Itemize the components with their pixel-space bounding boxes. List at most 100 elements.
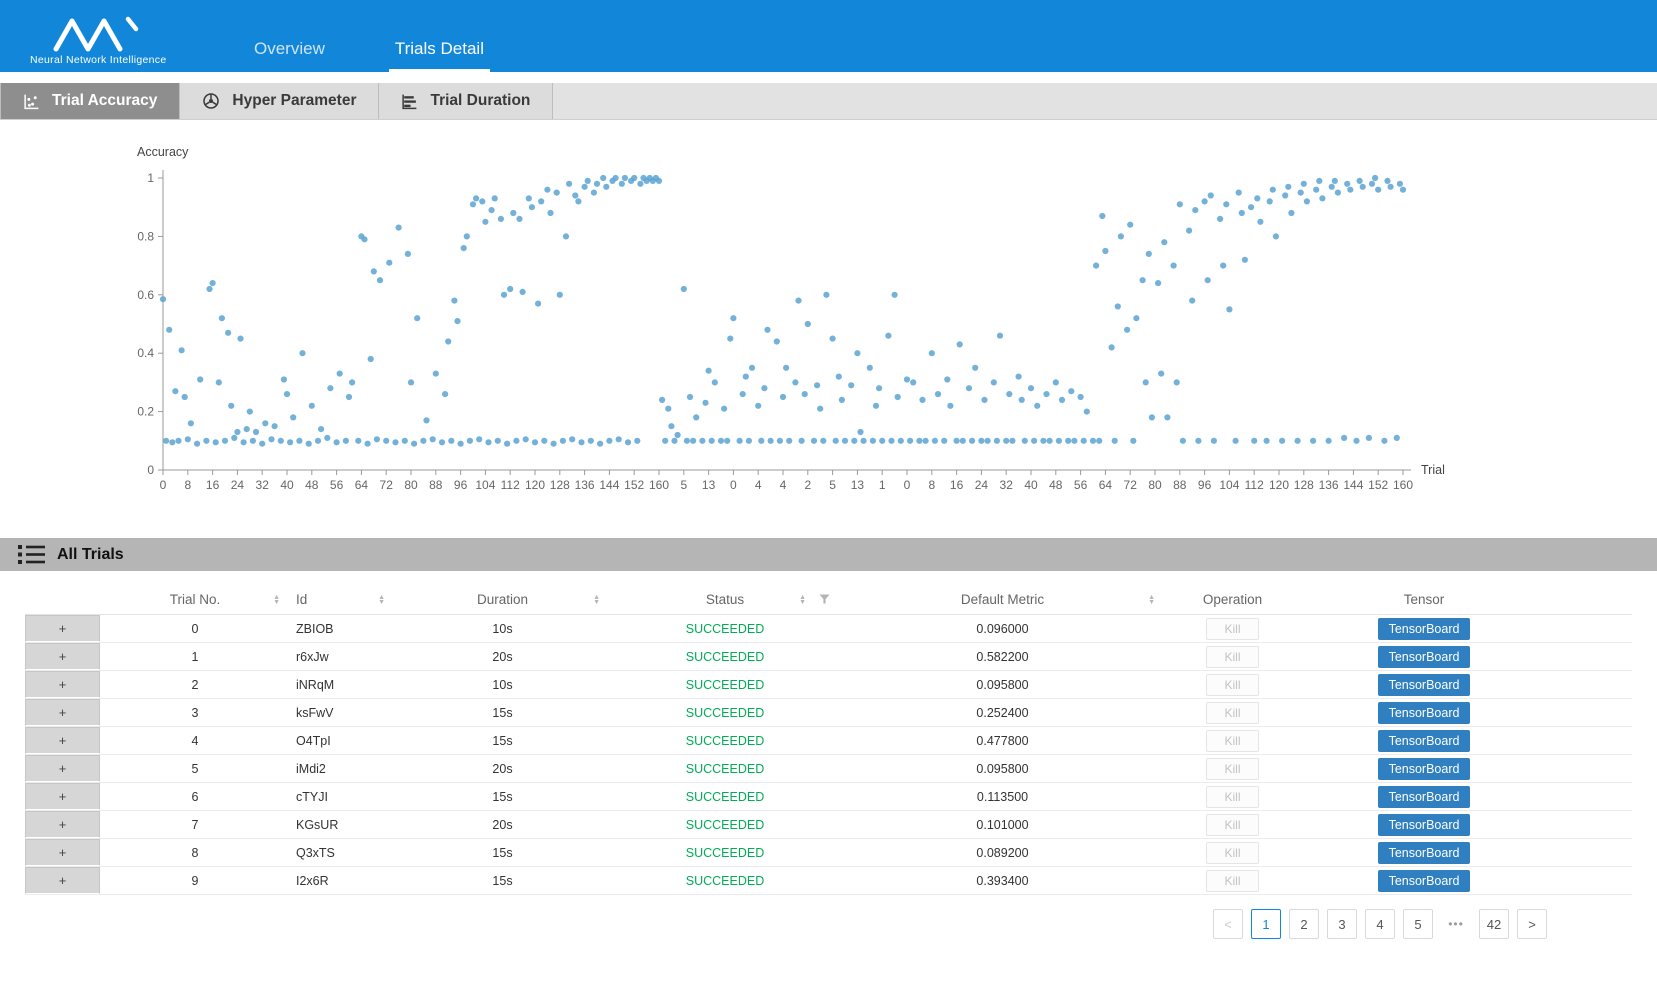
scatter-point [637,181,643,187]
tensorboard-button[interactable]: TensorBoard [1378,646,1471,668]
scatter-point [1360,184,1366,190]
scatter-point [737,438,743,444]
scatter-point [954,438,960,444]
svg-text:16: 16 [206,478,220,492]
tensorboard-button[interactable]: TensorBoard [1378,730,1471,752]
scatter-point [203,438,209,444]
sort-icon[interactable]: ▲▼ [593,595,600,605]
pagination-next-button[interactable]: > [1517,909,1547,939]
sort-icon[interactable]: ▲▼ [378,595,385,605]
scatter-point [299,350,305,356]
expand-row-button[interactable]: + [25,727,100,754]
kill-button[interactable]: Kill [1206,842,1258,864]
sort-icon[interactable]: ▲▼ [1148,595,1155,605]
expand-row-button[interactable]: + [25,839,100,866]
tab-hyper-parameter[interactable]: Hyper Parameter [180,83,379,119]
kill-button[interactable]: Kill [1206,814,1258,836]
tensorboard-button[interactable]: TensorBoard [1378,786,1471,808]
svg-text:4: 4 [755,478,762,492]
status-cell: SUCCEEDED [610,790,840,804]
scatter-point [1180,438,1186,444]
tab-trials-detail[interactable]: Trials Detail [389,39,490,72]
table-row: +4O4TpI15sSUCCEEDED0.477800KillTensorBoa… [25,727,1632,755]
kill-button[interactable]: Kill [1206,618,1258,640]
scatter-point [560,438,566,444]
expand-row-button[interactable]: + [25,699,100,726]
scatter-point [659,397,665,403]
duration-cell: 10s [395,622,610,636]
tensorboard-button[interactable]: TensorBoard [1378,758,1471,780]
pagination-page-4[interactable]: 4 [1365,909,1395,939]
tensorboard-button[interactable]: TensorBoard [1378,702,1471,724]
trial-no-cell: 7 [100,818,290,832]
filter-icon[interactable] [819,592,830,607]
pagination-page-2[interactable]: 2 [1289,909,1319,939]
scatter-point [544,187,550,193]
column-label: Operation [1203,592,1262,607]
tab-overview[interactable]: Overview [248,39,331,72]
kill-button[interactable]: Kill [1206,702,1258,724]
scatter-point [777,438,783,444]
tensorboard-button[interactable]: TensorBoard [1378,814,1471,836]
scatter-point [823,292,829,298]
scatter-point [578,439,584,445]
tensorboard-button[interactable]: TensorBoard [1378,618,1471,640]
scatter-point [1239,210,1245,216]
all-trials-header: All Trials [0,538,1657,571]
kill-button[interactable]: Kill [1206,730,1258,752]
pagination-page-42[interactable]: 42 [1479,909,1509,939]
pagination-page-3[interactable]: 3 [1327,909,1357,939]
kill-button[interactable]: Kill [1206,786,1258,808]
expand-row-button[interactable]: + [25,615,100,642]
expand-row-button[interactable]: + [25,643,100,670]
scatter-point [1282,192,1288,198]
tab-trial-accuracy[interactable]: Trial Accuracy [0,83,180,119]
default-metric-cell: 0.101000 [840,818,1165,832]
sort-icon[interactable]: ▲▼ [799,595,806,605]
svg-text:0: 0 [730,478,737,492]
expand-row-button[interactable]: + [25,867,100,894]
scatter-point [160,296,166,302]
scatter-point [368,356,374,362]
pagination-page-5[interactable]: 5 [1403,909,1433,939]
scatter-point [1171,263,1177,269]
pagination-page-1[interactable]: 1 [1251,909,1281,939]
column-header-id[interactable]: Id▲▼ [290,585,395,614]
scatter-point [572,192,578,198]
expand-row-button[interactable]: + [25,671,100,698]
pagination-prev-button[interactable]: < [1213,909,1243,939]
bar-chart-icon [401,93,418,110]
scatter-point [848,382,854,388]
tensorboard-button[interactable]: TensorBoard [1378,842,1471,864]
scatter-point [1288,210,1294,216]
scatter-point [504,441,510,447]
kill-button[interactable]: Kill [1206,674,1258,696]
scatter-point [547,210,553,216]
tensorboard-button[interactable]: TensorBoard [1378,674,1471,696]
scatter-point [231,435,237,441]
scatter-point [702,400,708,406]
scatter-point [324,435,330,441]
kill-button[interactable]: Kill [1206,646,1258,668]
duration-cell: 15s [395,790,610,804]
expand-row-button[interactable]: + [25,811,100,838]
kill-button[interactable]: Kill [1206,758,1258,780]
tab-trial-duration[interactable]: Trial Duration [379,83,553,119]
tensor-cell: TensorBoard [1300,646,1548,668]
column-header-metric[interactable]: Default Metric ▲▼ [840,585,1165,614]
tensorboard-button[interactable]: TensorBoard [1378,870,1471,892]
column-header-status[interactable]: Status ▲▼ [610,585,840,614]
svg-text:72: 72 [380,478,394,492]
kill-button[interactable]: Kill [1206,870,1258,892]
trial-id-cell: r6xJw [290,650,395,664]
accuracy-scatter-chart[interactable]: 00.20.40.60.8108162432404856647280889610… [0,120,1657,535]
scatter-point [1279,438,1285,444]
column-header-trial_no[interactable]: Trial No.▲▼ [100,585,290,614]
sort-icon[interactable]: ▲▼ [273,595,280,605]
expand-row-button[interactable]: + [25,783,100,810]
column-label: Status [706,592,744,607]
column-header-duration[interactable]: Duration▲▼ [395,585,610,614]
scatter-point [1353,438,1359,444]
column-label: Default Metric [961,592,1044,607]
expand-row-button[interactable]: + [25,755,100,782]
